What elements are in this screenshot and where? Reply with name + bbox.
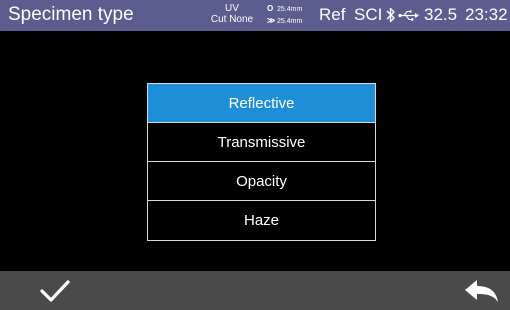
bluetooth-icon <box>386 7 395 23</box>
aperture-illum-row: ≫ 25.4mm <box>267 15 302 27</box>
uv-indicator: UV Cut None <box>200 3 264 25</box>
page-title: Specimen type <box>8 4 134 25</box>
aperture-indicator: O 25.4mm ≫ 25.4mm <box>267 3 302 27</box>
measure-mode: Ref <box>319 5 346 24</box>
specular-mode: SCI <box>354 5 383 24</box>
bottom-toolbar <box>0 271 510 310</box>
uv-filter-label: Cut None <box>210 14 254 25</box>
checkmark-icon <box>40 280 70 302</box>
illumination-icon: ≫ <box>267 16 276 25</box>
aperture-illum-value: 25.4mm <box>277 18 303 25</box>
aperture-measure-value: 25.4mm <box>277 6 303 13</box>
clock: 23:32 <box>465 5 508 24</box>
aperture-measure-row: O 25.4mm <box>267 3 302 15</box>
temperature-readout: 32.5 <box>424 5 458 24</box>
screen: Specimen type UV Cut None O 25.4mm ≫ 25.4m… <box>0 0 510 310</box>
aperture-circle-icon: O <box>267 4 274 13</box>
confirm-button[interactable] <box>34 275 76 307</box>
usb-icon <box>398 10 419 21</box>
status-bar: Specimen type UV Cut None O 25.4mm ≫ 25.4m… <box>0 0 510 31</box>
menu-item-opacity[interactable]: Opacity <box>148 162 375 201</box>
menu-item-reflective[interactable]: Reflective <box>148 84 375 123</box>
back-arrow-icon <box>465 280 498 302</box>
uv-label: UV <box>225 3 239 14</box>
menu-item-transmissive[interactable]: Transmissive <box>148 123 375 162</box>
back-button[interactable] <box>460 275 502 307</box>
specimen-type-menu: Reflective Transmissive Opacity Haze <box>147 83 376 241</box>
menu-item-haze[interactable]: Haze <box>148 201 375 240</box>
